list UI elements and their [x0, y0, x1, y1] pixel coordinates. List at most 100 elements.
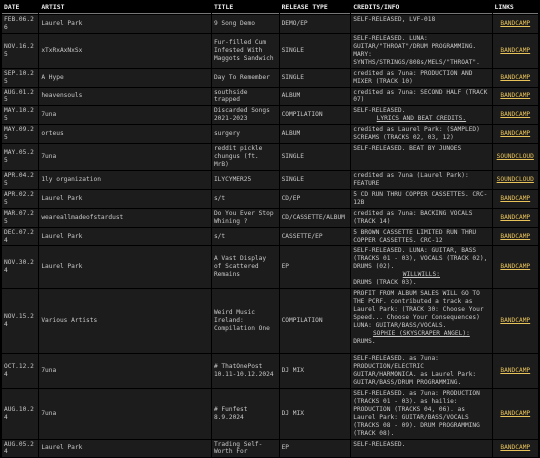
header-release-type: RELEASE TYPE — [279, 1, 351, 14]
release-date: NOV.15.24 — [2, 289, 39, 354]
credits-line: SELF-RELEASED. BEAT BY JUNOES — [353, 145, 462, 153]
release-links: BANDCAMP — [492, 439, 538, 458]
release-date: APR.02.25 — [2, 189, 39, 208]
release-type: DEMO/EP — [279, 15, 351, 33]
table-row: AUG.10.24 7una # Funfest 8.9.2024 DJ MIX SEL… — [2, 388, 538, 439]
release-date: MAY.10.25 — [2, 106, 39, 125]
header-date: DATE — [2, 1, 39, 14]
release-date: DEC.07.24 — [2, 227, 39, 246]
release-date: AUG.05.24 — [2, 439, 39, 458]
release-links: BANDCAMP — [492, 289, 538, 354]
release-artist: 7una — [39, 388, 211, 439]
release-links: BANDCAMP — [492, 189, 538, 208]
table-row: APR.04.25 1ly organization ILYCYMER25 SINGL… — [2, 170, 538, 189]
release-links: BANDCAMP — [492, 246, 538, 289]
release-links: BANDCAMP — [492, 15, 538, 33]
table-row: MAY.09.25 orteus surgery ALBUM credited as L… — [2, 125, 538, 144]
release-artist: orteus — [39, 125, 211, 144]
release-title: s/t — [211, 189, 279, 208]
credits-line: SELF-RELEASED. as 7una: PRODUCTION/ELECT… — [353, 355, 477, 386]
release-links: BANDCAMP — [492, 125, 538, 144]
release-date: FEB.06.26 — [2, 15, 39, 33]
release-links: BANDCAMP — [492, 106, 538, 125]
release-credits: PROFIT FROM ALBUM SALES WILL GO TO THE P… — [351, 289, 492, 354]
release-type: SINGLE — [279, 170, 351, 189]
release-date: APR.04.25 — [2, 170, 39, 189]
bandcamp-link[interactable]: BANDCAMP — [500, 130, 530, 137]
release-type: SINGLE — [279, 68, 351, 87]
release-credits: credited as 7una (Laurel Park): FEATURE — [351, 170, 492, 189]
release-date: AUG.10.24 — [2, 388, 39, 439]
credits-line: 5 BROWN CASSETTE LIMITED RUN THRU COPPER… — [353, 228, 477, 244]
credits-line: PROFIT FROM ALBUM SALES WILL GO TO THE P… — [353, 290, 484, 329]
bandcamp-link[interactable]: BANDCAMP — [500, 263, 530, 270]
release-title: southside trapped — [211, 87, 279, 106]
release-type: CD/EP — [279, 189, 351, 208]
release-credits: 5 CD RUN THRU COPPER CASSETTES. CRC-12B — [351, 189, 492, 208]
release-date: MAY.05.25 — [2, 144, 39, 170]
release-credits: credited as 7una: BACKING VOCALS (TRACK … — [351, 208, 492, 227]
release-artist: weareallmadeofstardust — [39, 208, 211, 227]
release-links: SOUNDCLOUD — [492, 144, 538, 170]
release-type: COMPILATION — [279, 289, 351, 354]
bandcamp-link[interactable]: BANDCAMP — [500, 195, 530, 202]
bandcamp-link[interactable]: BANDCAMP — [500, 47, 530, 54]
release-type: EP — [279, 439, 351, 458]
credits-line: credited as 7una: PRODUCTION AND MIXER (… — [353, 69, 473, 85]
credits-line: SELF-RELEASED. — [353, 107, 406, 115]
header-title: TITLE — [211, 1, 279, 14]
table-row: SEP.10.25 A Hype Day To Remember SINGLE cred… — [2, 68, 538, 87]
release-title: A Vast Display of Scattered Remains — [211, 246, 279, 289]
release-title: Weird Music Ireland: Compilation One — [211, 289, 279, 354]
bandcamp-link[interactable]: BANDCAMP — [500, 111, 530, 118]
credits-line: DRUMS. — [353, 337, 376, 345]
release-artist: 1ly organization — [39, 170, 211, 189]
release-artist: 7una — [39, 144, 211, 170]
release-artist: heavensouls — [39, 87, 211, 106]
release-title: 9 Song Demo — [211, 15, 279, 33]
release-credits: SELF-RELEASED. — [351, 439, 492, 458]
credits-line: SELF-RELEASED, LVF-018 — [353, 16, 436, 23]
table-row: APR.02.25 Laurel Park s/t CD/EP 5 CD RUN THR… — [2, 189, 538, 208]
bandcamp-link[interactable]: BANDCAMP — [500, 20, 530, 27]
credits-line: SELF-RELEASED. — [353, 440, 406, 448]
release-links: BANDCAMP — [492, 87, 538, 106]
table-row: FEB.06.26 Laurel Park 9 Song Demo DEMO/EP SE… — [2, 15, 538, 33]
release-title: surgery — [211, 125, 279, 144]
release-credits: credited as 7una: SECOND HALF (TRACK 07) — [351, 87, 492, 106]
release-type: DJ MIX — [279, 354, 351, 388]
credits-line: WILLWILLS: — [402, 271, 440, 279]
release-type: CD/CASSETTE/ALBUM — [279, 208, 351, 227]
bandcamp-link[interactable]: BANDCAMP — [500, 444, 530, 451]
release-artist: 7una — [39, 106, 211, 125]
release-artist: Laurel Park — [39, 227, 211, 246]
release-links: BANDCAMP — [492, 33, 538, 68]
release-links: SOUNDCLOUD — [492, 170, 538, 189]
release-links: BANDCAMP — [492, 388, 538, 439]
soundcloud-link[interactable]: SOUNDCLOUD — [497, 153, 534, 160]
bandcamp-link[interactable]: BANDCAMP — [500, 233, 530, 240]
credits-line: SELF-RELEASED. LUNA: GUITAR/"THROAT"/DRU… — [353, 34, 480, 66]
bandcamp-link[interactable]: BANDCAMP — [500, 74, 530, 81]
release-title: Fur-filled Cum Infested With Maggots San… — [211, 33, 279, 68]
soundcloud-link[interactable]: SOUNDCLOUD — [497, 176, 534, 183]
release-title: Trading Self-Worth For — [211, 439, 279, 458]
credits-line: DRUMS (TRACK 03). — [353, 279, 417, 287]
table-row: MAR.07.25 weareallmadeofstardust Do You Ev… — [2, 208, 538, 227]
credits-line: credited as 7una (Laurel Park): FEATURE — [353, 171, 469, 187]
release-type: ALBUM — [279, 125, 351, 144]
bandcamp-link[interactable]: BANDCAMP — [500, 92, 530, 99]
release-credits: SELF-RELEASED. as 7una: PRODUCTION/ELECT… — [351, 354, 492, 388]
bandcamp-link[interactable]: BANDCAMP — [500, 214, 530, 221]
bandcamp-link[interactable]: BANDCAMP — [500, 317, 530, 324]
bandcamp-link[interactable]: BANDCAMP — [500, 410, 530, 417]
release-artist: Various Artists — [39, 289, 211, 354]
release-credits: SELF-RELEASED. LYRICS AND BEAT CREDITS. — [351, 106, 492, 125]
release-title: # ThatOnePost 10.11-10.12.2024 — [211, 354, 279, 388]
release-credits: credited as Laurel Park: (SAMPLED) SCREA… — [351, 125, 492, 144]
credits-line: SOPHIE (SKYSCRAPER ANGEL): — [372, 329, 470, 337]
release-date: NOV.30.24 — [2, 246, 39, 289]
release-title: Day To Remember — [211, 68, 279, 87]
bandcamp-link[interactable]: BANDCAMP — [500, 367, 530, 374]
release-credits: SELF-RELEASED. LUNA: GUITAR, BASS (TRACK… — [351, 246, 492, 289]
